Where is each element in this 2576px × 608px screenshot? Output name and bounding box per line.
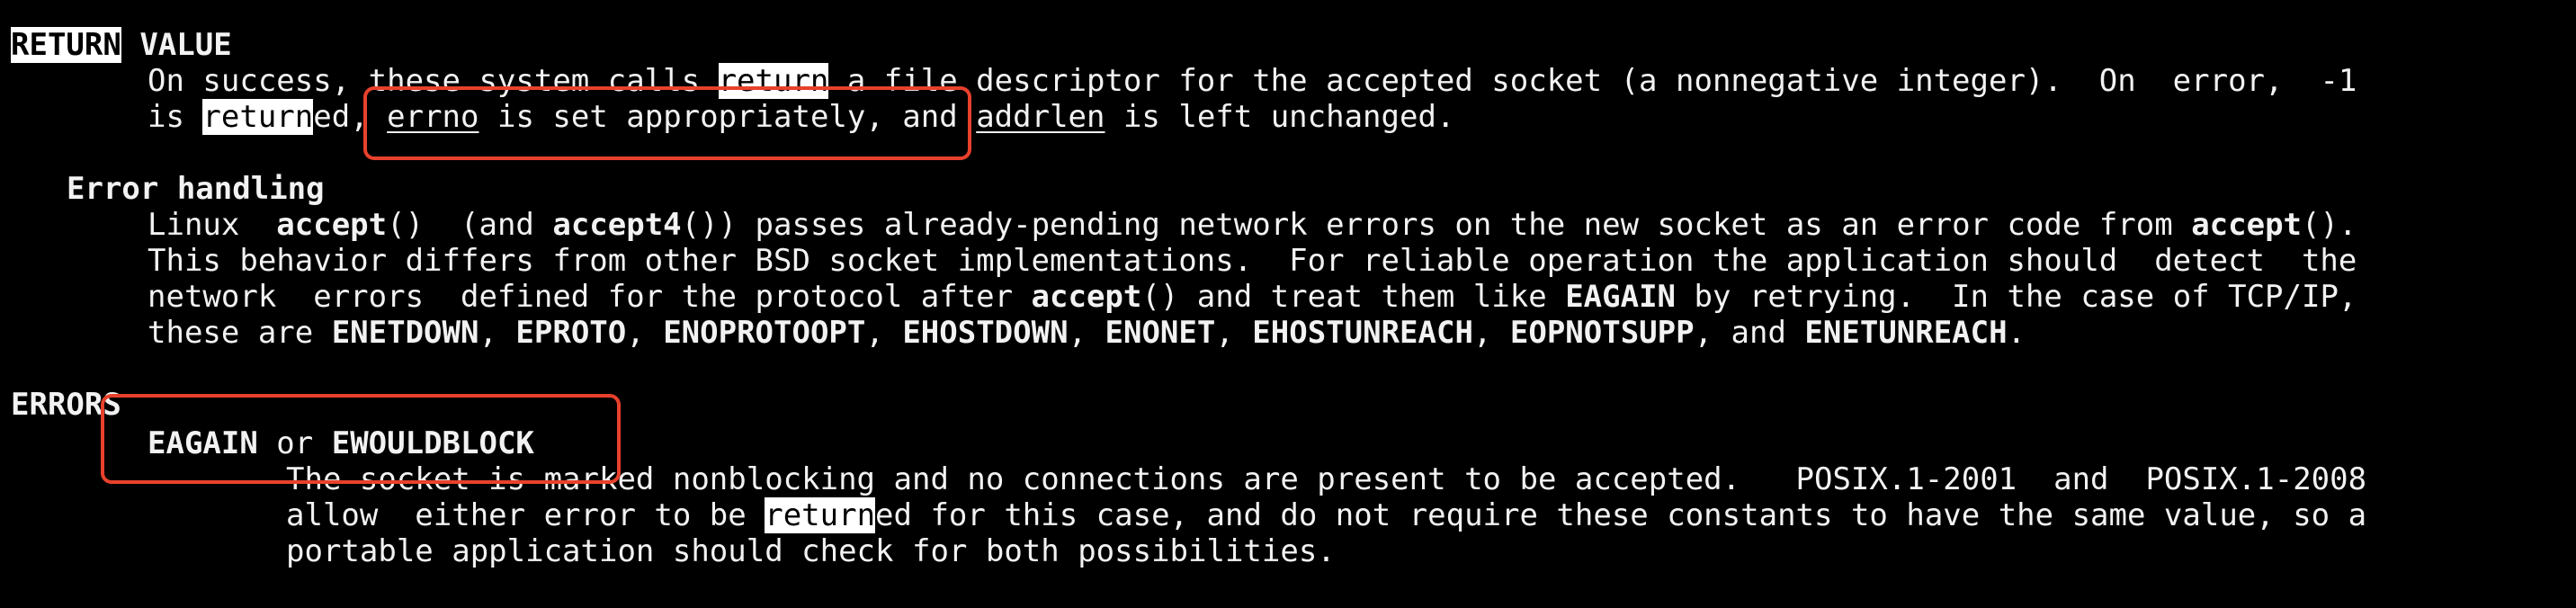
search-highlight: return [765, 497, 876, 533]
subsection-heading-error-handling: Error handling [67, 171, 325, 207]
error-handling-line-3: network errors defined for the protocol … [148, 279, 2357, 315]
errors-line-3: portable application should check for bo… [286, 533, 1336, 569]
error-handling-line-1: Linux accept() (and accept4()) passes al… [148, 207, 2357, 243]
errors-line-2: allow either error to be returned for th… [286, 497, 2367, 533]
search-highlight: return [202, 99, 314, 135]
section-heading-return-value: RETURN VALUE [11, 27, 232, 63]
addrlen-term: addrlen [976, 99, 1105, 135]
error-handling-line-2: This behavior differs from other BSD soc… [148, 243, 2357, 279]
annotation-box-eagain [101, 394, 621, 484]
terminal-window[interactable]: RETURN VALUE On success, these system ca… [0, 0, 2576, 608]
annotation-box-errno [363, 86, 971, 160]
search-highlight: RETURN [11, 27, 121, 63]
error-handling-line-4: these are ENETDOWN, EPROTO, ENOPROTOOPT,… [148, 315, 2026, 351]
